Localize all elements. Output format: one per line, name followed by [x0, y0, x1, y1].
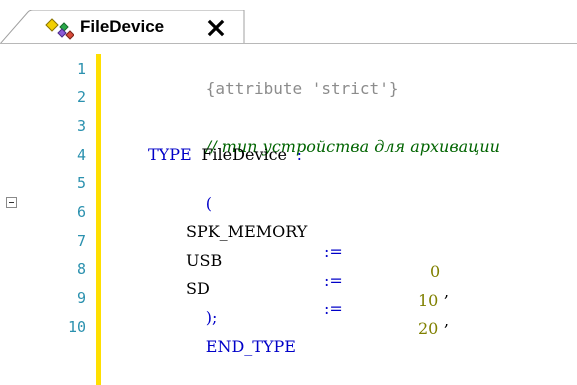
code-line-1: {attribute 'strict'}	[148, 59, 399, 119]
fold-gutter	[0, 44, 30, 385]
comma: ,	[444, 282, 450, 301]
line-number: 4	[76, 146, 86, 164]
code-line-10: END_TYPE	[148, 317, 296, 377]
line-number: 9	[76, 289, 86, 307]
attribute-pragma: {attribute 'strict'}	[205, 79, 399, 98]
line-number: 2	[76, 88, 86, 106]
line-number: 6	[76, 203, 86, 221]
comma: ,	[444, 311, 450, 330]
change-marker-bar	[96, 54, 101, 385]
line-number: 5	[76, 174, 86, 192]
line-number: 10	[67, 318, 86, 336]
tab-title: FileDevice	[80, 17, 165, 36]
datatype-icon	[44, 15, 75, 41]
line-number: 7	[76, 232, 86, 250]
keyword-end-type: END_TYPE	[205, 337, 296, 356]
line-number: 8	[76, 260, 86, 278]
assign-op: :=	[324, 271, 343, 290]
tab-filedevice[interactable]: FileDevice	[0, 10, 246, 44]
editor-tab-bar: FileDevice	[0, 0, 577, 44]
enum-value: 20	[418, 319, 439, 338]
fold-collapse-icon[interactable]	[6, 197, 17, 208]
open-paren: (	[205, 194, 213, 213]
code-line-4: TYPE FileDevice :	[148, 145, 302, 165]
line-number: 3	[76, 117, 86, 135]
assign-op: :=	[324, 299, 343, 318]
type-name: FileDevice	[201, 145, 288, 164]
close-icon[interactable]	[206, 18, 226, 38]
enum-value: 10	[418, 291, 439, 310]
colon: :	[296, 145, 303, 164]
assign-op: :=	[324, 242, 343, 261]
enum-value: 0	[430, 262, 441, 281]
keyword-type: TYPE	[148, 145, 192, 164]
line-number: 1	[76, 60, 86, 78]
code-editor[interactable]: 1 2 3 4 5 6 7 8 9 10 {attribute 'strict'…	[0, 44, 577, 385]
